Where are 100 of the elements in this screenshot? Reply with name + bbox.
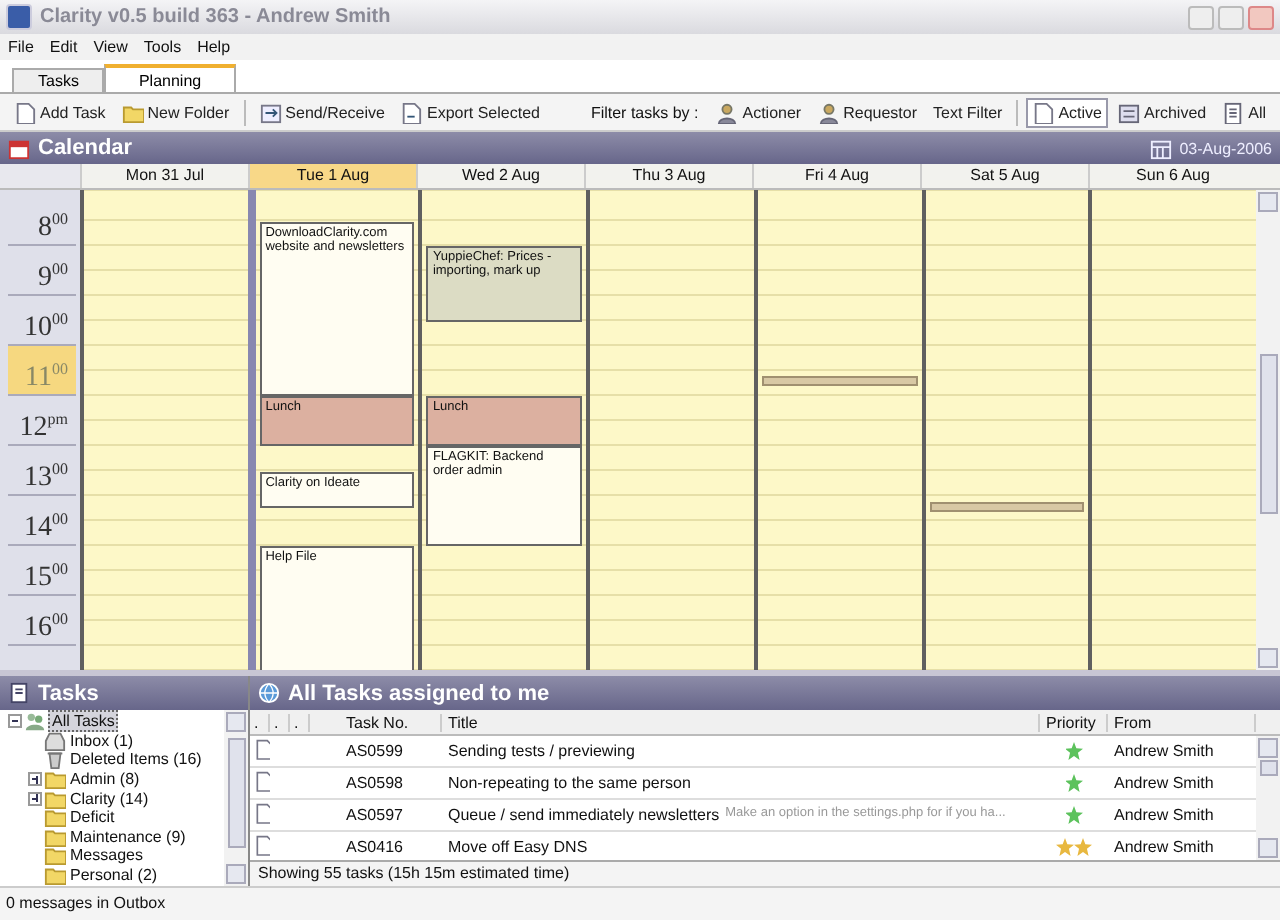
- book-icon: [8, 682, 30, 704]
- window-title: Clarity v0.5 build 363 - Andrew Smith: [40, 6, 393, 28]
- scrollbar[interactable]: [1256, 736, 1280, 860]
- scroll-thumb[interactable]: [1259, 760, 1277, 776]
- panel-title: Tasks: [38, 681, 99, 705]
- menu-item[interactable]: Help: [197, 38, 231, 56]
- hour-label: 12$^{pm}$: [8, 396, 76, 446]
- toolbar-button[interactable]: New Folder: [115, 97, 236, 127]
- day-header[interactable]: Tue 1 Aug: [248, 164, 416, 188]
- day-header[interactable]: Wed 2 Aug: [416, 164, 584, 188]
- table-cell-text: Andrew Smith: [1112, 742, 1216, 760]
- table-cell-text: AS0599: [344, 742, 405, 760]
- tab[interactable]: Planning: [104, 64, 236, 92]
- calendar-event[interactable]: [761, 376, 918, 386]
- table-cell: Queue / send immediately newsletters: [448, 806, 720, 824]
- menu-item[interactable]: Tools: [143, 38, 182, 56]
- scrollbar[interactable]: [224, 710, 248, 886]
- hour-label: 16$^{00}$: [8, 596, 76, 646]
- table-cell: Non-repeating to the same person: [448, 774, 691, 792]
- column-header[interactable]: .: [250, 713, 270, 731]
- calendar-icon: [8, 137, 30, 159]
- table-cell-text: AS0416: [344, 838, 405, 856]
- folder-icon: [44, 768, 66, 791]
- page-icon: [14, 101, 36, 123]
- hour-label: 15$^{00}$: [8, 546, 76, 596]
- page-icon: [1032, 101, 1055, 123]
- toolbar-button[interactable]: Text Filter: [927, 97, 1009, 127]
- expand-icon[interactable]: [28, 772, 42, 787]
- column-header[interactable]: From: [1108, 713, 1256, 731]
- tree-item[interactable]: Clarity (14): [68, 789, 151, 808]
- toolbar-button[interactable]: Requestor: [811, 97, 924, 127]
- person-icon: [716, 101, 739, 123]
- toolbar-button[interactable]: Send/Receive: [253, 97, 391, 127]
- column-header[interactable]: Priority: [1040, 713, 1108, 731]
- column-header[interactable]: .: [270, 713, 290, 731]
- sync-icon: [259, 101, 282, 123]
- scroll-up-button[interactable]: [1258, 192, 1279, 212]
- tray-icon: [44, 729, 66, 752]
- column-header[interactable]: Task No.: [310, 713, 442, 731]
- calendar-event[interactable]: [929, 501, 1085, 511]
- day-header[interactable]: Fri 4 Aug: [752, 164, 920, 188]
- status-bar: 0 messages in Outbox: [0, 886, 1280, 920]
- bin-icon: [44, 748, 66, 771]
- tree-item[interactable]: Maintenance (9): [68, 827, 188, 846]
- tree-item[interactable]: Personal (2): [68, 866, 160, 885]
- scroll-up-button[interactable]: [1258, 738, 1278, 758]
- calendar-date: 03-Aug-2006: [1179, 139, 1272, 157]
- folder-icon: [44, 825, 66, 848]
- close-button[interactable]: [1248, 5, 1274, 29]
- person-icon: [817, 101, 840, 123]
- scrollbar[interactable]: [1256, 190, 1280, 670]
- toolbar-button[interactable]: Actioner: [710, 97, 808, 127]
- table-cell-text: AS0598: [344, 774, 405, 792]
- maximize-button[interactable]: [1218, 5, 1244, 29]
- collapse-icon[interactable]: [8, 714, 22, 729]
- day-header[interactable]: Thu 3 Aug: [584, 164, 752, 188]
- minimize-button[interactable]: [1188, 5, 1214, 29]
- archive-icon: [1117, 101, 1140, 123]
- people-icon: [24, 710, 46, 733]
- folder-icon: [121, 101, 144, 123]
- folder-icon: [44, 806, 66, 829]
- column-header[interactable]: Title: [442, 713, 1040, 731]
- tree-item[interactable]: All Tasks: [48, 710, 119, 733]
- menu-item[interactable]: Edit: [49, 38, 78, 56]
- list-icon: [1222, 101, 1245, 123]
- column-header[interactable]: .: [290, 713, 310, 731]
- scroll-down-button[interactable]: [1258, 648, 1279, 668]
- folder-icon: [44, 844, 66, 867]
- hour-label: 11$^{00}$: [8, 346, 76, 396]
- toolbar-button[interactable]: Export Selected: [394, 97, 546, 127]
- toolbar-button[interactable]: All: [1216, 97, 1272, 127]
- hour-label: 13$^{00}$: [8, 446, 76, 496]
- tree-item[interactable]: Deficit: [68, 808, 117, 827]
- app-logo-icon: [6, 4, 32, 30]
- toolbar-button[interactable]: Active: [1026, 97, 1108, 127]
- filter-label: Filter tasks by :: [590, 103, 699, 121]
- toolbar-button[interactable]: Archived: [1111, 97, 1213, 127]
- day-header[interactable]: Sun 6 Aug: [1088, 164, 1256, 188]
- table-cell-text: Andrew Smith: [1112, 774, 1216, 792]
- hour-label: 9$^{00}$: [8, 246, 76, 296]
- tree-item[interactable]: Admin (8): [68, 770, 142, 789]
- scroll-down-button[interactable]: [226, 864, 246, 884]
- expand-icon[interactable]: [28, 791, 42, 806]
- tree-item[interactable]: Inbox (1): [68, 731, 136, 750]
- tree-item[interactable]: Messages: [68, 846, 145, 865]
- scroll-thumb[interactable]: [1259, 354, 1278, 514]
- tree-item[interactable]: Deleted Items (16): [68, 750, 204, 769]
- table-cell-text: AS0597: [344, 806, 405, 824]
- hour-label: 8$^{00}$: [8, 196, 76, 246]
- scroll-down-button[interactable]: [1258, 838, 1278, 858]
- hour-label: 14$^{00}$: [8, 496, 76, 546]
- globe-icon: [258, 682, 280, 704]
- day-header[interactable]: Sat 5 Aug: [920, 164, 1088, 188]
- menu-item[interactable]: File: [8, 38, 34, 56]
- tab[interactable]: Tasks: [12, 68, 105, 92]
- menu-item[interactable]: View: [93, 38, 128, 56]
- scroll-thumb[interactable]: [227, 738, 245, 848]
- table-cell-text: Andrew Smith: [1112, 838, 1216, 856]
- scroll-up-button[interactable]: [226, 712, 246, 732]
- toolbar-button[interactable]: Add Task: [8, 97, 112, 127]
